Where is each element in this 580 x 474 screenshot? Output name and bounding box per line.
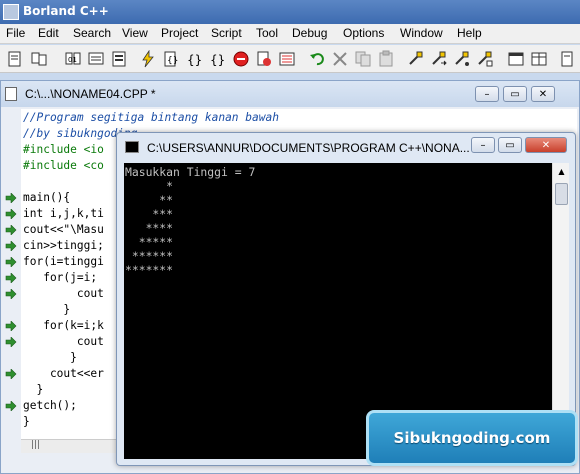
console-maximize-button[interactable]: ▭ xyxy=(498,137,522,153)
menu-debug[interactable]: Debug xyxy=(292,26,327,40)
code-line: main(){ xyxy=(23,191,71,204)
console-line: ***** xyxy=(125,235,174,249)
execution-arrow-icon xyxy=(5,369,17,379)
editor-title: C:\...\NONAME04.CPP * xyxy=(25,87,156,101)
console-line: ****** xyxy=(125,249,174,263)
code-line: } xyxy=(23,383,44,396)
code-line: getch(); xyxy=(23,399,77,412)
code-line: cin>>tinggi; xyxy=(23,239,104,252)
menu-options[interactable]: Options xyxy=(343,26,384,40)
message-window-icon[interactable] xyxy=(505,48,527,70)
search-again-icon[interactable] xyxy=(451,48,473,70)
menu-script[interactable]: Script xyxy=(211,26,242,40)
paste-icon[interactable] xyxy=(375,48,397,70)
console-line: **** xyxy=(125,221,174,235)
browse-symbol-icon[interactable] xyxy=(474,48,496,70)
execution-arrow-icon xyxy=(5,209,17,219)
execution-arrow-icon xyxy=(5,321,17,331)
execution-arrow-icon xyxy=(5,337,17,347)
new-file-icon[interactable] xyxy=(4,48,26,70)
scroll-up-icon[interactable]: ▲ xyxy=(555,165,568,178)
console-title: C:\USERS\ANNUR\DOCUMENTS\PROGRAM C++\NON… xyxy=(147,141,469,155)
stop-icon[interactable] xyxy=(230,48,252,70)
execution-arrow-icon xyxy=(5,193,17,203)
console-line: Masukkan Tinggi = 7 xyxy=(125,165,256,179)
open-project-icon[interactable] xyxy=(28,48,50,70)
console-icon xyxy=(125,141,139,153)
menu-edit[interactable]: Edit xyxy=(38,26,59,40)
help-icon[interactable] xyxy=(556,48,578,70)
code-line: } xyxy=(23,351,77,364)
code-line: cout xyxy=(23,287,104,300)
trace-into-icon[interactable]: {} xyxy=(183,48,205,70)
console-minimize-button[interactable]: – xyxy=(471,137,495,153)
find-icon[interactable] xyxy=(405,48,427,70)
execution-arrow-icon xyxy=(5,241,17,251)
code-line: //Program segitiga bintang kanan bawah xyxy=(23,111,279,124)
cut-icon[interactable] xyxy=(329,48,351,70)
menu-file[interactable]: File xyxy=(6,26,25,40)
menu-help[interactable]: Help xyxy=(457,26,482,40)
step-over-icon[interactable]: {} xyxy=(160,48,182,70)
console-line: * xyxy=(125,179,174,193)
svg-text:{}: {} xyxy=(210,53,225,67)
build-icon[interactable] xyxy=(108,48,130,70)
console-line: *** xyxy=(125,207,174,221)
execution-arrow-icon xyxy=(5,289,17,299)
copy-icon[interactable] xyxy=(352,48,374,70)
console-close-button[interactable]: ✕ xyxy=(525,137,567,153)
menu-window[interactable]: Window xyxy=(400,26,443,40)
editor-maximize-button[interactable]: ▭ xyxy=(503,86,527,102)
statement-step-icon[interactable]: {} xyxy=(206,48,228,70)
code-line: for(j=i; xyxy=(23,271,98,284)
editor-title-bar: C:\...\NONAME04.CPP * – ▭ ✕ xyxy=(1,81,579,107)
execution-arrow-icon xyxy=(5,225,17,235)
console-title-bar: C:\USERS\ANNUR\DOCUMENTS\PROGRAM C++\NON… xyxy=(117,133,575,161)
make-icon[interactable] xyxy=(85,48,107,70)
code-line: cout xyxy=(23,335,104,348)
menu-bar: File Edit Search View Project Script Too… xyxy=(0,24,580,44)
editor-minimize-button[interactable]: – xyxy=(475,86,499,102)
window-list-icon[interactable] xyxy=(528,48,550,70)
execution-arrow-icon xyxy=(5,273,17,283)
code-line: } xyxy=(23,303,71,316)
svg-text:01: 01 xyxy=(68,56,77,64)
menu-project[interactable]: Project xyxy=(161,26,198,40)
replace-icon[interactable] xyxy=(428,48,450,70)
execution-arrow-icon xyxy=(5,401,17,411)
watermark-badge: Sibukngoding.com xyxy=(366,410,578,466)
code-line: for(i=tinggi xyxy=(23,255,104,268)
menu-view[interactable]: View xyxy=(122,26,148,40)
code-line: #include <io xyxy=(23,143,104,156)
menu-search[interactable]: Search xyxy=(73,26,111,40)
scroll-grip: ||| xyxy=(31,440,41,450)
app-title: Borland C++ xyxy=(23,4,109,18)
undo-icon[interactable] xyxy=(306,48,328,70)
console-line: ******* xyxy=(125,263,174,277)
code-line: cout<<"\Masu xyxy=(23,223,104,236)
code-line: cout<<er xyxy=(23,367,104,380)
toggle-breakpoint-icon[interactable] xyxy=(253,48,275,70)
compile-icon[interactable]: 01 xyxy=(62,48,84,70)
lightning-run-icon[interactable] xyxy=(137,48,159,70)
code-line: } xyxy=(23,415,30,428)
watermark-text: Sibukngoding.com xyxy=(393,429,551,447)
menu-tool[interactable]: Tool xyxy=(256,26,278,40)
toolbar: 01 {} {} {} xyxy=(0,45,580,73)
app-icon xyxy=(3,4,19,20)
code-line: for(k=i;k xyxy=(23,319,104,332)
document-icon xyxy=(5,87,17,101)
inspect-icon[interactable] xyxy=(276,48,298,70)
svg-text:{}: {} xyxy=(187,53,202,67)
code-line: int i,j,k,ti xyxy=(23,207,104,220)
console-line: ** xyxy=(125,193,174,207)
editor-gutter xyxy=(3,109,19,447)
code-line: #include <co xyxy=(23,159,104,172)
scroll-thumb[interactable] xyxy=(555,183,568,205)
app-title-bar: Borland C++ xyxy=(0,0,580,24)
editor-close-button[interactable]: ✕ xyxy=(531,86,555,102)
svg-text:{}: {} xyxy=(167,56,178,66)
execution-arrow-icon xyxy=(5,257,17,267)
